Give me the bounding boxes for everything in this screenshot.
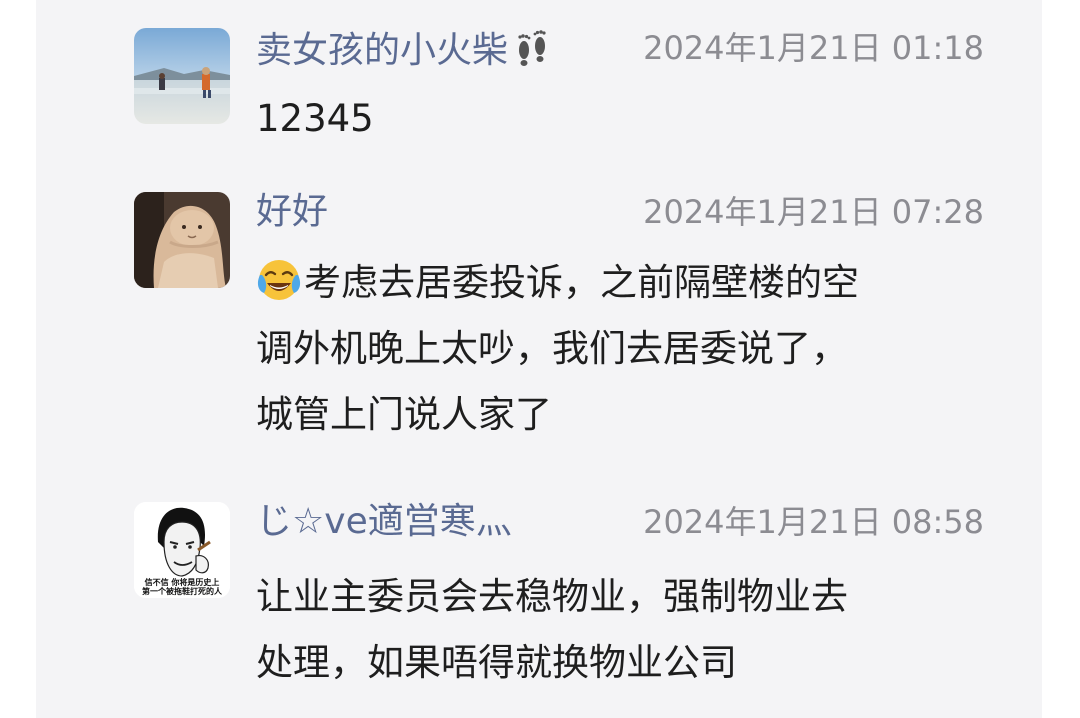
comment-text-line-content: 考虑去居委投诉，之前隔壁楼的空 [304,261,859,304]
comment-text-line: 让业主委员会去稳物业，强制物业去 [256,575,848,618]
tears-of-joy-emoji-icon [256,257,302,303]
username[interactable]: 卖女孩的小火柴 [256,28,552,71]
comment-timestamp: 2024年1月21日 01:18 [643,29,984,67]
comment-item: 卖女孩的小火柴 2024年1月21日 01:18 12345 [134,28,994,158]
avatar[interactable] [134,28,230,124]
username[interactable]: じ☆ve適営寒灬 [256,502,512,542]
comment-text-line: 处理，如果唔得就换物业公司 [256,641,737,684]
comment-text-line: 12345 [256,97,374,140]
username-text: 卖女孩的小火柴 [256,30,509,71]
username[interactable]: 好好 [256,192,328,232]
avatar-caption: 第一个被拖鞋打死的人 [142,587,222,596]
comment-timestamp: 2024年1月21日 08:58 [643,503,984,541]
comment-item: 信不信 你将是历史上 第一个被拖鞋打死的人 じ☆ve適営寒灬 2024年1月21… [134,502,994,718]
avatar[interactable] [134,192,230,288]
plush-toy-photo [134,192,230,288]
comment-text-line: 考虑去居委投诉，之前隔壁楼的空 [256,250,986,316]
comment-text: 12345 [256,86,986,152]
comment-text: 考虑去居委投诉，之前隔壁楼的空 调外机晚上太吵，我们去居委说了， 城管上门说人家… [256,250,986,448]
comment-item: 好好 2024年1月21日 07:28 考虑去居委投诉，之前隔壁楼的空 调外机晚… [134,192,994,472]
comment-text: 让业主委员会去稳物业，强制物业去 处理，如果唔得就换物业公司 [256,564,986,696]
avatar[interactable]: 信不信 你将是历史上 第一个被拖鞋打死的人 [134,502,230,598]
footprints-icon [512,28,552,68]
comment-timestamp: 2024年1月21日 07:28 [643,193,984,231]
beach-photo [134,28,230,124]
comment-text-line: 调外机晚上太吵，我们去居委说了， [256,327,848,370]
comment-text-line: 城管上门说人家了 [256,393,552,436]
